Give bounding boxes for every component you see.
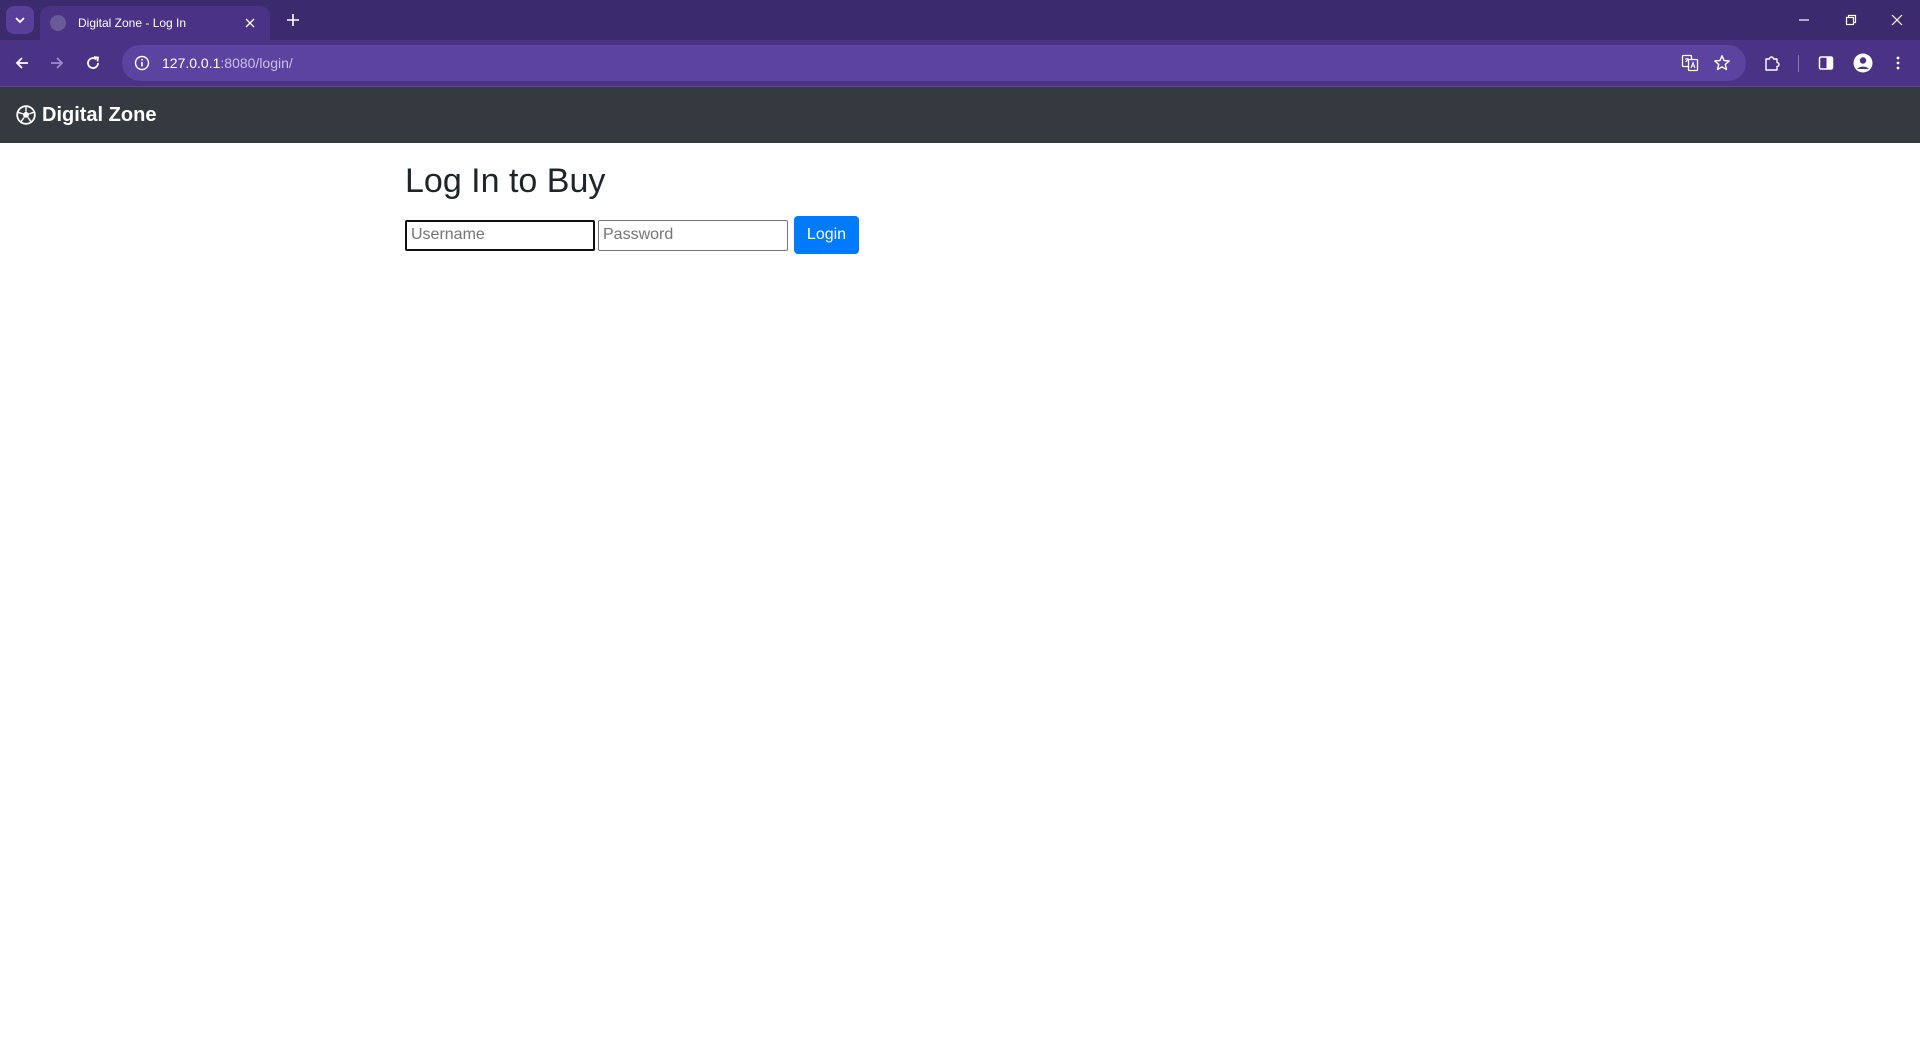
back-button[interactable] xyxy=(9,50,35,76)
translate-icon xyxy=(1681,54,1699,72)
restore-button[interactable] xyxy=(1839,8,1863,32)
arrow-right-icon xyxy=(51,57,64,69)
side-panel-icon xyxy=(1818,56,1834,70)
close-icon xyxy=(1891,14,1903,26)
browser-toolbar: 127.0.0.1:8080/login/ xyxy=(0,40,1920,86)
url-path: :8080/login/ xyxy=(220,55,293,71)
puzzle-icon xyxy=(1765,56,1780,71)
translate-button[interactable] xyxy=(1678,51,1702,75)
profile-button[interactable] xyxy=(1850,50,1876,76)
plus-icon xyxy=(287,14,299,26)
url-text: 127.0.0.1:8080/login/ xyxy=(162,55,293,71)
extensions-button[interactable] xyxy=(1759,50,1785,76)
browser-menu-button[interactable] xyxy=(1885,50,1911,76)
globe-icon xyxy=(50,15,66,31)
site-navbar: Digital Zone xyxy=(0,87,1920,143)
toolbar-separator xyxy=(1798,55,1799,72)
login-button[interactable]: Login xyxy=(794,216,859,254)
brand-name: Digital Zone xyxy=(42,103,157,126)
tab-close-button[interactable] xyxy=(240,13,260,33)
reload-button[interactable] xyxy=(80,50,106,76)
minimize-button[interactable] xyxy=(1792,8,1816,32)
password-input[interactable] xyxy=(598,219,788,251)
kebab-menu-icon xyxy=(1896,56,1900,70)
profile-icon xyxy=(1853,53,1873,73)
chevron-down-icon xyxy=(15,17,25,24)
side-panel-button[interactable] xyxy=(1813,50,1839,76)
browser-tabstrip: Digital Zone - Log In xyxy=(0,0,1920,40)
restore-icon xyxy=(1845,14,1857,26)
page-title: Log In to Buy xyxy=(405,162,606,200)
main-content: Log In to Buy Login xyxy=(405,158,859,254)
soccer-ball-icon xyxy=(16,105,36,125)
arrow-left-icon xyxy=(15,57,28,69)
brand-link[interactable]: Digital Zone xyxy=(16,104,156,127)
tab-title: Digital Zone - Log In xyxy=(78,16,187,30)
info-icon xyxy=(134,55,150,71)
username-input[interactable] xyxy=(405,219,595,251)
url-host: 127.0.0.1 xyxy=(162,55,221,71)
star-icon xyxy=(1714,55,1730,71)
close-icon xyxy=(245,18,255,28)
new-tab-button[interactable] xyxy=(281,8,305,32)
reload-icon xyxy=(87,56,100,69)
site-info-button[interactable] xyxy=(130,51,154,75)
forward-button[interactable] xyxy=(44,50,70,76)
browser-tab[interactable]: Digital Zone - Log In xyxy=(40,6,270,40)
close-window-button[interactable] xyxy=(1885,8,1909,32)
tab-search-button[interactable] xyxy=(6,6,34,34)
login-form: Login xyxy=(405,216,859,254)
minimize-icon xyxy=(1799,19,1809,21)
address-bar[interactable]: 127.0.0.1:8080/login/ xyxy=(122,45,1746,81)
bookmark-button[interactable] xyxy=(1710,51,1734,75)
